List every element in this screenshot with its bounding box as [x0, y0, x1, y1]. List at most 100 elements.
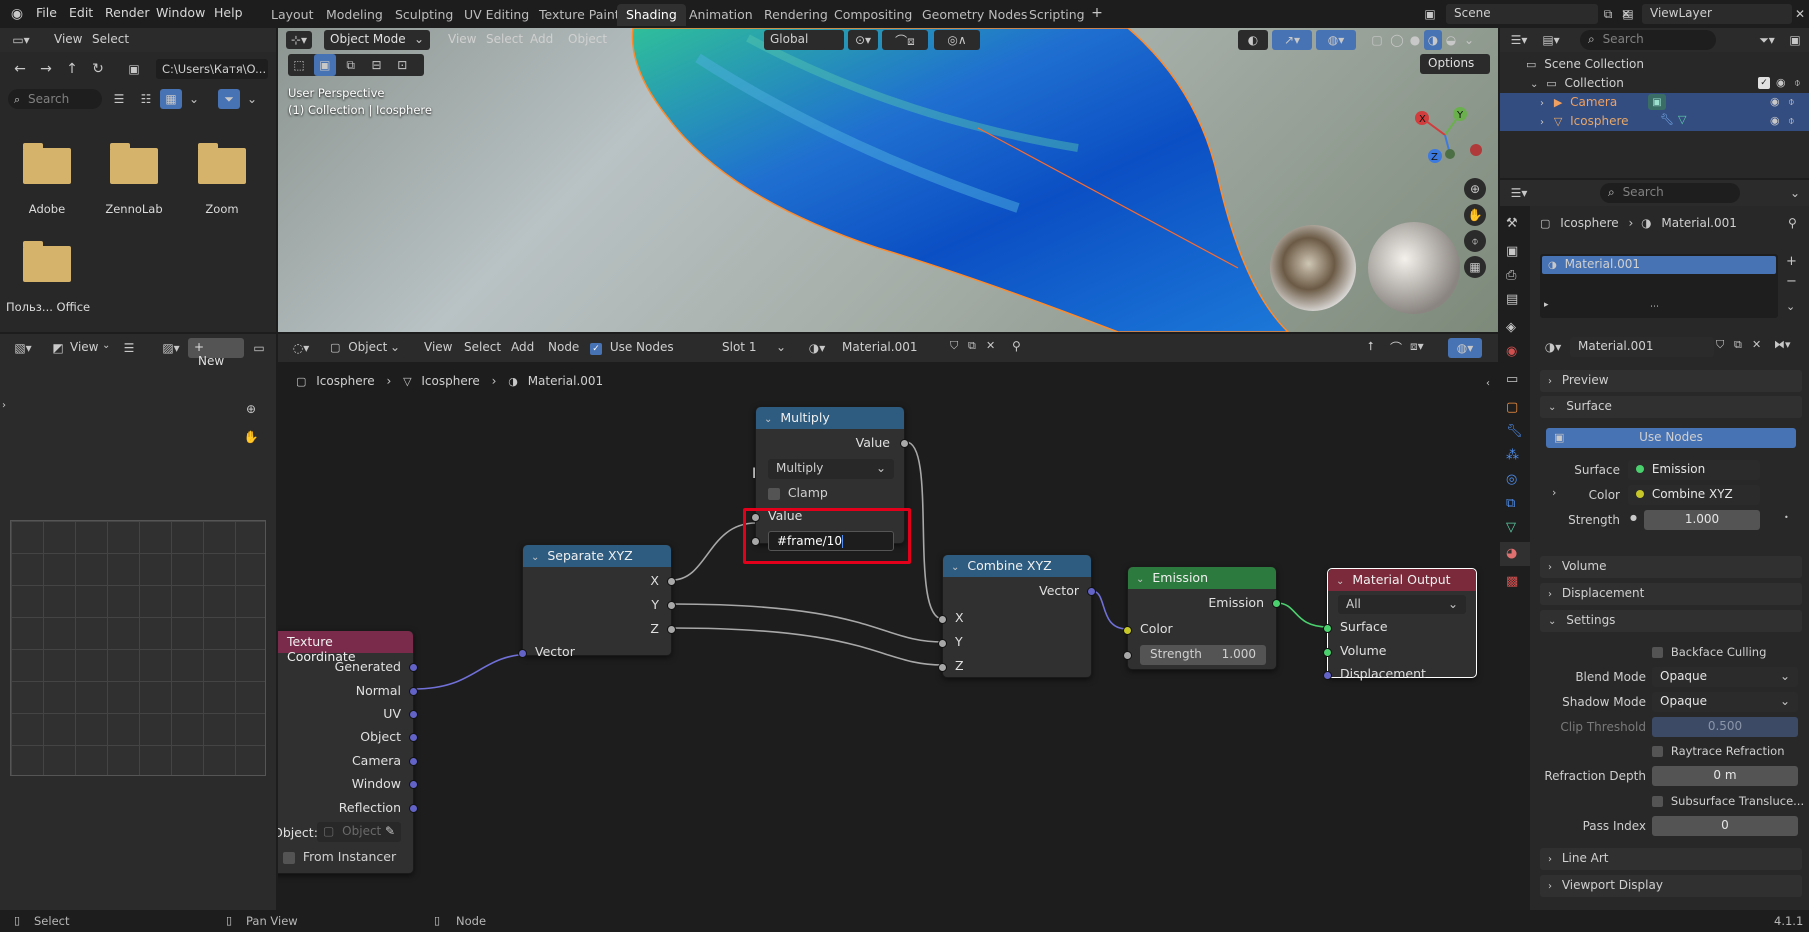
- from-instancer-checkbox[interactable]: From Instancer: [283, 849, 396, 864]
- add-workspace-icon[interactable]: +: [1090, 5, 1104, 21]
- select-tool-icon[interactable]: ⬚: [288, 54, 310, 76]
- render-target-dropdown[interactable]: All ⌄: [1338, 595, 1466, 614]
- menu-hamburger-icon[interactable]: ☰: [120, 339, 138, 357]
- new-folder-icon[interactable]: ▣: [124, 60, 144, 78]
- viewport-menu-object[interactable]: Object: [568, 32, 607, 46]
- chevron-down-icon[interactable]: ⌄: [1530, 79, 1538, 90]
- expand-list-icon[interactable]: ▸: [1544, 300, 1549, 310]
- menu-help[interactable]: Help: [214, 5, 243, 20]
- open-image-icon[interactable]: ▭: [250, 339, 268, 357]
- backface-culling-checkbox[interactable]: Backface Culling: [1652, 645, 1802, 661]
- transform-orientation-dropdown[interactable]: Global: [764, 30, 844, 50]
- filter-dropdown-icon[interactable]: ⌄: [244, 89, 260, 109]
- viewport-menu-add[interactable]: Add: [530, 32, 553, 46]
- list-view-icon[interactable]: ☰: [108, 89, 130, 109]
- select-tools[interactable]: ⬚ ▣ ⧉ ⊟ ⊡: [288, 54, 424, 76]
- emission-strength-field[interactable]: Strength 1.000: [1140, 645, 1266, 665]
- surface-input-socket[interactable]: [1323, 624, 1332, 633]
- object-picker-field[interactable]: ▢ Object ✎: [317, 822, 401, 842]
- combine-xyz-node[interactable]: ⌄ Combine XYZ Vector X Y Z: [938, 554, 1096, 678]
- physics-tab-icon[interactable]: ◎: [1506, 472, 1517, 487]
- visibility-icon[interactable]: ◐: [1238, 30, 1268, 50]
- shading-wireframe-icon[interactable]: ◯: [1388, 30, 1406, 50]
- clamp-checkbox[interactable]: Clamp: [768, 485, 828, 500]
- z-output-socket[interactable]: [667, 625, 676, 634]
- detail-view-icon[interactable]: ☷: [135, 89, 157, 109]
- zoom-icon[interactable]: ⊕: [240, 398, 262, 420]
- chevron-right-icon[interactable]: ›: [1540, 98, 1544, 109]
- section-preview[interactable]: › Preview: [1540, 370, 1802, 392]
- tab-sculpting[interactable]: Sculpting: [386, 4, 462, 26]
- parent-folder-icon[interactable]: ↑: [62, 60, 82, 78]
- select-invert-icon[interactable]: ⊡: [391, 54, 413, 76]
- eye-icon[interactable]: ◉: [1776, 76, 1786, 89]
- displacement-input-socket[interactable]: [1323, 671, 1332, 680]
- normal-output-socket[interactable]: [409, 687, 418, 696]
- snap-icon[interactable]: ⌒⧈: [882, 30, 928, 50]
- outliner-row[interactable]: ▭ Scene Collection: [1506, 55, 1804, 74]
- tab-texture-paint[interactable]: Texture Paint: [530, 4, 629, 26]
- material-browse-icon[interactable]: ◑▾: [1540, 338, 1566, 356]
- material-slot-list[interactable]: ◑ Material.001 ▸ ⋯: [1540, 254, 1778, 318]
- vector-output-socket[interactable]: [1087, 587, 1096, 596]
- collection-tab-icon[interactable]: ▭: [1506, 372, 1518, 387]
- particles-tab-icon[interactable]: ⁂: [1506, 448, 1519, 463]
- thumbnail-view-icon[interactable]: ▦: [160, 89, 182, 109]
- zoom-icon[interactable]: ⊕: [1464, 178, 1486, 200]
- menu-render[interactable]: Render: [105, 5, 150, 20]
- combine-xyz-header[interactable]: ⌄ Combine XYZ: [943, 555, 1091, 577]
- pin-icon[interactable]: ⚲: [1788, 216, 1797, 230]
- select-subtract-icon[interactable]: ⊟: [365, 54, 387, 76]
- back-arrow-icon[interactable]: ←: [10, 60, 30, 78]
- z-input-socket[interactable]: [938, 663, 947, 672]
- section-line-art[interactable]: › Line Art: [1540, 848, 1802, 870]
- strength-field[interactable]: 1.000: [1644, 510, 1760, 530]
- constraints-tab-icon[interactable]: ⧉: [1506, 496, 1515, 511]
- material-output-node[interactable]: ⌄ Material Output All ⌄ Surface Volume D…: [1323, 568, 1477, 681]
- eye-icon[interactable]: ◉: [1770, 95, 1780, 108]
- section-viewport-display[interactable]: › Viewport Display: [1540, 875, 1802, 897]
- refraction-depth-field[interactable]: 0 m: [1652, 766, 1798, 786]
- color-input-socket[interactable]: [1123, 626, 1132, 635]
- camera-view-icon[interactable]: ⌽: [1464, 230, 1486, 252]
- close-view-layer-icon[interactable]: ✕: [1792, 5, 1808, 23]
- editor-type-icon[interactable]: ☰▾: [1506, 31, 1532, 49]
- raytrace-refraction-checkbox[interactable]: Raytrace Refraction: [1652, 744, 1802, 760]
- pan-hand-icon[interactable]: ✋: [240, 426, 262, 448]
- gizmo-icon[interactable]: ↗▾: [1272, 30, 1312, 50]
- file-menu-view[interactable]: View: [54, 32, 82, 46]
- emission-output-socket[interactable]: [1272, 599, 1281, 608]
- blender-logo-icon[interactable]: ◉: [8, 5, 26, 23]
- section-displacement[interactable]: › Displacement: [1540, 583, 1802, 605]
- shading-rendered-icon[interactable]: ◒: [1442, 30, 1460, 50]
- pan-hand-icon[interactable]: ✋: [1464, 204, 1486, 226]
- folder-item[interactable]: Adobe: [14, 140, 80, 250]
- vector-input-socket[interactable]: [518, 649, 527, 658]
- proportional-edit-icon[interactable]: ◎∧: [934, 30, 980, 50]
- path-field[interactable]: C:\Users\Катя\O...: [156, 59, 268, 79]
- surface-field[interactable]: Emission: [1628, 460, 1760, 480]
- texture-coordinate-header[interactable]: Texture Coordinate: [278, 631, 413, 664]
- tab-scripting[interactable]: Scripting: [1020, 4, 1094, 26]
- unlink-material-icon[interactable]: ✕: [1752, 338, 1761, 351]
- value-output-socket[interactable]: [900, 439, 909, 448]
- new-image-button[interactable]: + New: [188, 338, 244, 368]
- new-collection-icon[interactable]: ▣: [1786, 31, 1804, 49]
- image-view-menu[interactable]: View: [70, 340, 98, 354]
- remove-slot-icon[interactable]: −: [1786, 274, 1797, 289]
- tab-compositing[interactable]: Compositing: [825, 4, 921, 26]
- xray-icon[interactable]: ▢: [1368, 30, 1386, 50]
- volume-input-socket[interactable]: [1323, 648, 1332, 657]
- view-layer-icon[interactable]: ▤: [1617, 5, 1639, 23]
- x-output-socket[interactable]: [667, 577, 676, 586]
- mode-dropdown[interactable]: Object Mode ⌄: [324, 30, 430, 50]
- texture-coordinate-node[interactable]: Texture Coordinate Generated Normal UV O…: [278, 630, 418, 874]
- camera-toggle-icon[interactable]: ⌽: [1788, 114, 1795, 128]
- node-editor[interactable]: ◌▾ ▢ Object ⌄ View Select Add Node ✓ Use…: [278, 334, 1498, 910]
- eye-icon[interactable]: ◉: [1770, 114, 1780, 127]
- view-mode-icon[interactable]: ◩: [48, 339, 68, 357]
- viewport-3d[interactable]: ⊹▾ Object Mode ⌄ View Select Add Object …: [278, 28, 1498, 332]
- tool-tab-icon[interactable]: ⚒: [1506, 216, 1518, 231]
- generated-output-socket[interactable]: [409, 663, 418, 672]
- add-slot-icon[interactable]: +: [1786, 254, 1797, 269]
